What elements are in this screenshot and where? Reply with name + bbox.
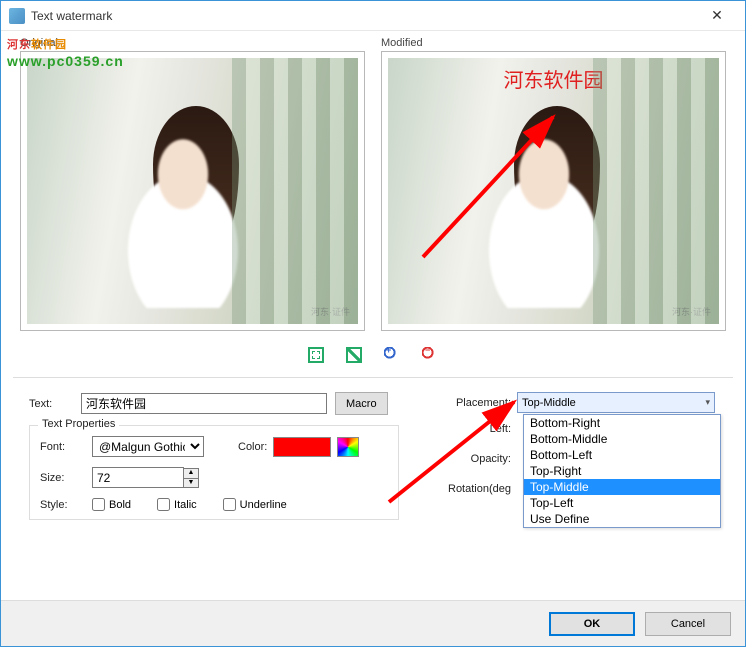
zoom-out-icon[interactable]: [422, 347, 438, 363]
color-swatch: [273, 437, 331, 457]
placement-select[interactable]: Top-Middle▾: [517, 392, 715, 413]
placement-option[interactable]: Use Define: [524, 511, 720, 527]
macro-button[interactable]: Macro: [335, 392, 388, 415]
font-select[interactable]: @Malgun Gothic: [92, 436, 204, 457]
placement-option[interactable]: Bottom-Middle: [524, 431, 720, 447]
color-label: Color:: [238, 441, 267, 453]
close-button[interactable]: ✕: [697, 1, 737, 31]
placement-dropdown-list[interactable]: Bottom-Right Bottom-Middle Bottom-Left T…: [523, 414, 721, 528]
opacity-label: Opacity:: [429, 453, 517, 465]
rotation-label: Rotation(deg: [429, 483, 517, 495]
window-title: Text watermark: [31, 9, 697, 23]
app-icon: [9, 8, 25, 24]
text-label: Text:: [29, 398, 81, 410]
color-picker-button[interactable]: [337, 437, 359, 457]
underline-checkbox[interactable]: Underline: [223, 498, 287, 511]
preview-toolbar: [13, 331, 733, 377]
left-label: Left:: [429, 423, 517, 435]
italic-checkbox[interactable]: Italic: [157, 498, 197, 511]
font-label: Font:: [40, 441, 92, 453]
original-label: Original: [20, 37, 58, 49]
title-bar: Text watermark ✕: [1, 1, 745, 31]
modified-preview: 河东软件园 河东·证件: [381, 51, 726, 331]
text-properties-group: Text Properties Font: @Malgun Gothic Col…: [29, 425, 399, 520]
placement-option[interactable]: Top-Middle: [524, 479, 720, 495]
modified-label: Modified: [381, 37, 423, 49]
bold-checkbox[interactable]: Bold: [92, 498, 131, 511]
ok-button[interactable]: OK: [549, 612, 635, 636]
actual-size-icon[interactable]: [346, 347, 362, 363]
size-spinner[interactable]: ▲▼: [183, 468, 199, 488]
chevron-down-icon: ▾: [705, 397, 710, 408]
zoom-in-icon[interactable]: [384, 347, 400, 363]
watermark-preview-text: 河东软件园: [504, 64, 604, 93]
style-label: Style:: [40, 499, 92, 511]
placement-option[interactable]: Bottom-Left: [524, 447, 720, 463]
size-label: Size:: [40, 472, 92, 484]
original-preview: 河东·证件: [20, 51, 365, 331]
fit-window-icon[interactable]: [308, 347, 324, 363]
size-input[interactable]: [92, 467, 184, 488]
cancel-button[interactable]: Cancel: [645, 612, 731, 636]
dialog-footer: OK Cancel: [1, 600, 745, 646]
placement-option[interactable]: Bottom-Right: [524, 415, 720, 431]
text-input[interactable]: [81, 393, 327, 414]
placement-option[interactable]: Top-Right: [524, 463, 720, 479]
placement-label: Placement:: [429, 397, 517, 409]
placement-option[interactable]: Top-Left: [524, 495, 720, 511]
